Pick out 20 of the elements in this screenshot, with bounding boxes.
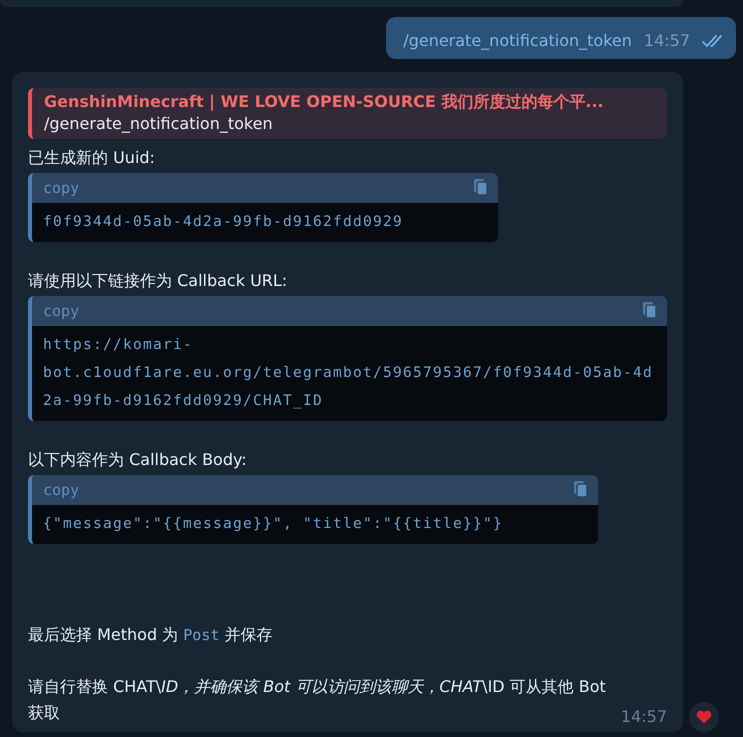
copy-icon[interactable] (474, 179, 488, 196)
copy-icon[interactable] (643, 302, 657, 319)
message-text: 以下内容作为 Callback Body: (28, 449, 248, 471)
message-time: 14:57 (644, 31, 690, 50)
message-time: 14:57 (620, 707, 667, 726)
message-text: 请自行替换 CHAT\ID，并确保该 Bot 可以访问到该聊天，CHAT\ID 可从其他 Bot 获取 (28, 676, 607, 724)
code-block: {"message":"{{message}}", "title":"{{title}}"} (32, 505, 598, 544)
reaction-badge[interactable] (689, 702, 719, 732)
message-text: 已生成新的 Uuid: (28, 147, 156, 169)
message-text: 最后选择 Method 为 Post 并保存 (28, 624, 274, 646)
copy-label[interactable]: copy (43, 178, 80, 196)
heart-icon (696, 710, 712, 724)
reply-quote[interactable]: GenshinMinecraft | WE LOVE OPEN-SOURCE 我们所度过的每个平... /generate_notification_token (28, 88, 667, 139)
copy-label[interactable]: copy (43, 480, 80, 498)
message-text: 请使用以下链接作为 Callback URL: (28, 270, 288, 292)
message-text: /generate_notification_token (403, 31, 632, 50)
code-block: https://komari- bot.c1oudf1are.eu.org/telegrambot/5965795367/f0f9344d-05ab-4d 2a-99fb-d9162fdd0929/CHAT_ID (32, 326, 667, 421)
code-block: f0f9344d-05ab-4d2a-99fb-d9162fdd0929 (32, 203, 498, 242)
copy-icon[interactable] (574, 481, 588, 498)
copy-label[interactable]: copy (43, 302, 80, 320)
